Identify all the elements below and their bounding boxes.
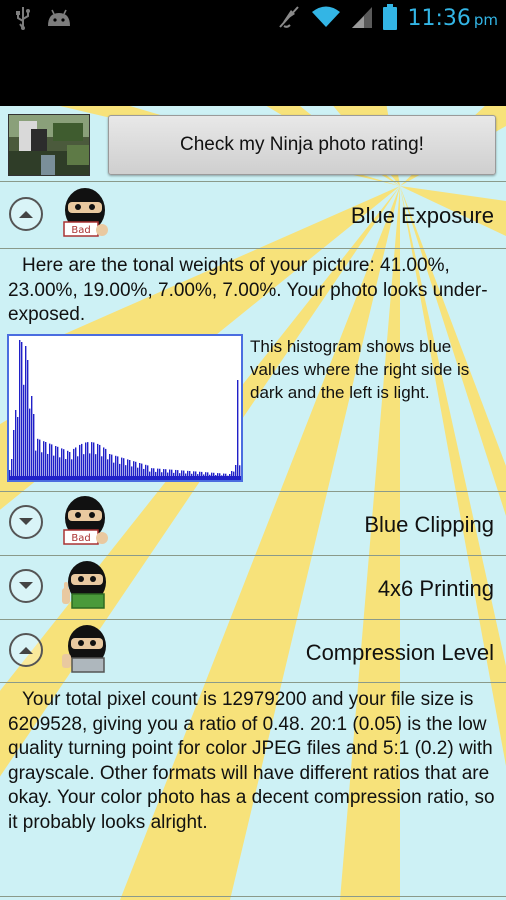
- section-title: Blue Exposure: [350, 203, 494, 228]
- histogram-bar: [69, 452, 71, 480]
- histogram-bar: [15, 410, 17, 480]
- divider: [0, 682, 506, 683]
- histogram-bar: [81, 443, 83, 480]
- histogram-bar: [25, 346, 27, 480]
- blue-histogram: [7, 334, 243, 482]
- status-bar: 11:36 pm: [0, 0, 506, 38]
- section-title: 4x6 Printing: [377, 576, 494, 601]
- histogram-bar: [237, 380, 239, 480]
- expand-icon[interactable]: [9, 505, 43, 539]
- ninja-bad-icon: Bad: [60, 494, 110, 550]
- histogram-bar: [27, 360, 29, 480]
- exposure-body-text: Here are the tonal weights of your pictu…: [8, 255, 488, 325]
- histogram-bar: [55, 446, 57, 480]
- histogram-bar: [51, 444, 53, 480]
- histogram-bar: [105, 448, 107, 480]
- histogram-bar: [63, 449, 65, 480]
- section-title: Compression Level: [305, 640, 494, 665]
- histogram-bar: [79, 444, 81, 480]
- histogram-bar: [91, 442, 93, 480]
- signal-icon: [351, 5, 373, 33]
- histogram-bar: [87, 442, 89, 480]
- photo-thumbnail[interactable]: [8, 114, 90, 176]
- battery-icon: [383, 4, 398, 34]
- usb-icon: [14, 6, 32, 34]
- histogram-bar: [31, 396, 33, 480]
- histogram-bar: [33, 414, 35, 480]
- section-header-blue-clipping[interactable]: Bad Blue Clipping: [0, 492, 506, 552]
- histogram-bar: [75, 447, 77, 480]
- histogram-bar: [19, 340, 21, 480]
- svg-text:Bad: Bad: [71, 225, 90, 236]
- histogram-bar: [73, 448, 75, 480]
- divider: [0, 181, 506, 182]
- histogram-bar: [43, 441, 45, 480]
- compression-body-text: Your total pixel count is 12979200 and y…: [8, 689, 495, 833]
- histogram-bar: [17, 417, 19, 480]
- histogram-bar: [93, 442, 95, 480]
- clock-ampm: pm: [473, 10, 498, 29]
- histogram-bar: [23, 384, 25, 480]
- clock: 11:36 pm: [407, 5, 498, 34]
- ninja-bad-icon: Bad: [60, 186, 110, 242]
- histogram-bar: [61, 448, 63, 480]
- histogram-bar: [97, 443, 99, 480]
- expand-icon[interactable]: [9, 569, 43, 603]
- histogram-bar: [37, 438, 39, 480]
- histogram-bar: [29, 408, 31, 480]
- check-rating-button[interactable]: Check my Ninja photo rating!: [108, 115, 496, 175]
- section-header-printing[interactable]: 4x6 Printing: [0, 556, 506, 616]
- divider: [0, 896, 506, 897]
- wifi-icon: [311, 5, 341, 33]
- histogram-baseline: [9, 476, 241, 480]
- collapse-icon[interactable]: [9, 197, 43, 231]
- title-area-blank: [0, 38, 506, 106]
- clock-time: 11:36: [407, 5, 471, 31]
- mute-icon: [277, 4, 301, 34]
- section-header-blue-exposure[interactable]: Bad Blue Exposure: [0, 186, 506, 246]
- svg-text:Bad: Bad: [71, 533, 90, 544]
- histogram-note: This histogram shows blue values where t…: [250, 337, 470, 402]
- histogram-bar: [99, 444, 101, 480]
- histogram-bar: [103, 447, 105, 480]
- histogram-bar: [67, 450, 69, 480]
- histogram-bar: [49, 443, 51, 480]
- app-content[interactable]: Check my Ninja photo rating! Bad Blue Ex…: [0, 106, 506, 900]
- divider: [0, 248, 506, 249]
- histogram-bar: [45, 442, 47, 480]
- ninja-ok-icon: [60, 622, 110, 678]
- histogram-bar: [21, 342, 23, 480]
- histogram-bar: [85, 442, 87, 480]
- ninja-good-icon: [60, 558, 110, 614]
- top-row: Check my Ninja photo rating!: [0, 106, 506, 176]
- histogram-bar: [41, 452, 43, 480]
- histogram-bar: [13, 430, 15, 480]
- android-icon: [46, 8, 72, 32]
- histogram-bar: [35, 450, 37, 480]
- section-header-compression[interactable]: Compression Level: [0, 620, 506, 680]
- section-title: Blue Clipping: [364, 512, 494, 537]
- histogram-bar: [57, 446, 59, 480]
- collapse-icon[interactable]: [9, 633, 43, 667]
- histogram-bar: [39, 439, 41, 480]
